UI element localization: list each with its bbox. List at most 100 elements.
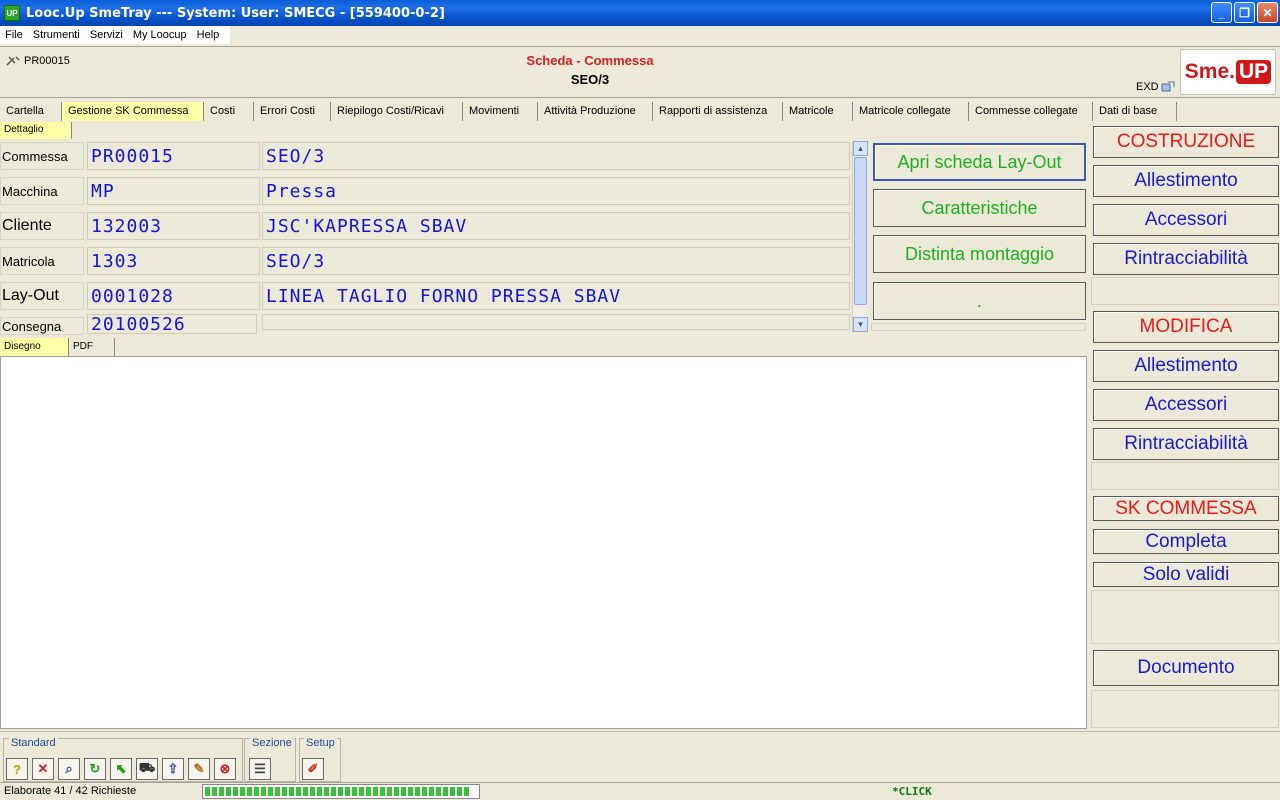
distinta-montaggio-button[interactable]: Distinta montaggio <box>873 235 1086 273</box>
menu-servizi[interactable]: Servizi <box>85 29 128 41</box>
field-label: Commessa <box>0 142 84 170</box>
progress-segment <box>205 787 210 796</box>
toolbar-group-setup: Setup ✐ <box>299 737 341 782</box>
bottom-toolbar: Standard ? ✕ ⌕ ↻ ⬉ ⛟ ⇪ ✎ ⊗ Sezione ☰ Set… <box>0 731 1280 782</box>
tab-gestione-sk-commessa[interactable]: Gestione SK Commessa <box>62 102 204 121</box>
progress-segment <box>394 787 399 796</box>
main-tabs: Cartella Gestione SK Commessa Costi Erro… <box>0 102 1177 121</box>
progress-segment <box>408 787 413 796</box>
scroll-down-icon[interactable]: ▼ <box>853 317 868 332</box>
tab-attivita-produzione[interactable]: Attività Produzione <box>538 102 653 121</box>
zoom-icon[interactable]: ✎ <box>188 758 210 780</box>
section-icon[interactable]: ☰ <box>249 758 271 780</box>
progress-bar <box>202 784 480 799</box>
field-desc[interactable]: SEO/3 <box>262 247 850 275</box>
import-icon[interactable]: ⇪ <box>162 758 184 780</box>
drawing-canvas[interactable] <box>0 356 1087 729</box>
accessori-modifica-button[interactable]: Accessori <box>1093 389 1279 421</box>
close-icon[interactable]: ✕ <box>1257 2 1278 23</box>
action-spacer <box>871 323 1086 331</box>
progress-segment <box>268 787 273 796</box>
documento-button[interactable]: Documento <box>1093 650 1279 686</box>
page-title: Scheda - Commessa <box>526 53 654 68</box>
menu-strumenti[interactable]: Strumenti <box>28 29 85 41</box>
progress-segment <box>443 787 448 796</box>
field-code[interactable]: 132003 <box>87 212 260 240</box>
field-code[interactable]: 1303 <box>87 247 260 275</box>
field-desc[interactable] <box>262 314 850 330</box>
progress-segment <box>345 787 350 796</box>
refresh-icon[interactable]: ↻ <box>84 758 106 780</box>
apri-scheda-layout-button[interactable]: Apri scheda Lay-Out <box>873 143 1086 181</box>
menu-help[interactable]: Help <box>192 29 225 41</box>
menu-my-loocup[interactable]: My Loocup <box>128 29 192 41</box>
empty-action-button[interactable]: . <box>873 282 1086 320</box>
field-code[interactable]: MP <box>87 177 260 205</box>
page-header: PR00015 Scheda - Commessa SEO/3 EXD Sme.… <box>0 46 1280 98</box>
costruzione-button[interactable]: COSTRUZIONE <box>1093 126 1279 158</box>
tab-matricole-collegate[interactable]: Matricole collegate <box>853 102 969 121</box>
help-icon[interactable]: ? <box>6 758 28 780</box>
back-arrow-icon[interactable]: ⬉ <box>110 758 132 780</box>
tab-errori-costi[interactable]: Errori Costi <box>254 102 331 121</box>
tab-disegno[interactable]: Disegno <box>0 338 69 356</box>
tab-cartella[interactable]: Cartella <box>0 102 62 121</box>
tab-matricole[interactable]: Matricole <box>783 102 853 121</box>
tab-costi[interactable]: Costi <box>204 102 254 121</box>
accessori-costruzione-button[interactable]: Accessori <box>1093 204 1279 236</box>
progress-segment <box>261 787 266 796</box>
progress-segment <box>331 787 336 796</box>
fields-scrollbar[interactable]: ▲ ▼ <box>852 141 868 332</box>
tab-movimenti[interactable]: Movimenti <box>463 102 538 121</box>
field-label: Lay-Out <box>0 282 84 310</box>
modifica-button[interactable]: MODIFICA <box>1093 311 1279 343</box>
title-bar: UP Looc.Up SmeTray --- System: User: SME… <box>0 0 1280 26</box>
export-icon[interactable] <box>1161 81 1175 93</box>
field-desc[interactable]: SEO/3 <box>262 142 850 170</box>
progress-segment <box>450 787 455 796</box>
minimize-icon[interactable]: _ <box>1211 2 1232 23</box>
tab-dati-di-base[interactable]: Dati di base <box>1093 102 1177 121</box>
allestimento-costruzione-button[interactable]: Allestimento <box>1093 165 1279 197</box>
progress-segment <box>380 787 385 796</box>
scroll-thumb[interactable] <box>854 157 867 305</box>
caratteristiche-button[interactable]: Caratteristiche <box>873 189 1086 227</box>
rintracciabilita-modifica-button[interactable]: Rintracciabilità <box>1093 428 1279 460</box>
progress-segment <box>275 787 280 796</box>
solo-validi-button[interactable]: Solo validi <box>1093 562 1279 587</box>
progress-segment <box>422 787 427 796</box>
setup-icon[interactable]: ✐ <box>302 758 324 780</box>
progress-segment <box>352 787 357 796</box>
cart-icon[interactable]: ⛟ <box>136 758 158 780</box>
tab-riepilogo-costi-ricavi[interactable]: Riepilogo Costi/Ricavi <box>331 102 463 121</box>
restore-icon[interactable]: ❐ <box>1234 2 1255 23</box>
field-desc[interactable]: LINEA TAGLIO FORNO PRESSA SBAV <box>262 282 850 310</box>
sk-commessa-button[interactable]: SK COMMESSA <box>1093 496 1279 521</box>
toolbar-label: Standard <box>9 737 58 749</box>
tab-commesse-collegate[interactable]: Commesse collegate <box>969 102 1093 121</box>
scroll-up-icon[interactable]: ▲ <box>853 141 868 156</box>
panel-spacer <box>1091 277 1279 305</box>
status-click: *CLICK <box>892 785 932 798</box>
field-code[interactable]: 20100526 <box>87 314 257 335</box>
lower-tabs: Disegno PDF <box>0 338 115 356</box>
tab-rapporti-assistenza[interactable]: Rapporti di assistenza <box>653 102 783 121</box>
field-code[interactable]: PR00015 <box>87 142 260 170</box>
tab-pdf[interactable]: PDF <box>69 338 115 356</box>
field-desc[interactable]: JSC'KAPRESSA SBAV <box>262 212 850 240</box>
field-label: Cliente <box>0 212 84 240</box>
field-desc[interactable]: Pressa <box>262 177 850 205</box>
menu-file[interactable]: File <box>0 29 28 41</box>
field-code[interactable]: 0001028 <box>87 282 260 310</box>
tab-dettaglio[interactable]: Dettaglio <box>0 122 72 139</box>
search-icon[interactable]: ⌕ <box>58 758 80 780</box>
completa-button[interactable]: Completa <box>1093 529 1279 554</box>
toolbar-label: Sezione <box>250 737 294 749</box>
toolbar-group-sezione: Sezione ☰ <box>244 737 296 782</box>
allestimento-modifica-button[interactable]: Allestimento <box>1093 350 1279 382</box>
rintracciabilita-costruzione-button[interactable]: Rintracciabilità <box>1093 243 1279 275</box>
panel-spacer <box>1091 690 1279 728</box>
cancel-icon[interactable]: ✕ <box>32 758 54 780</box>
page-subtitle: SEO/3 <box>570 72 610 87</box>
stop-icon[interactable]: ⊗ <box>214 758 236 780</box>
